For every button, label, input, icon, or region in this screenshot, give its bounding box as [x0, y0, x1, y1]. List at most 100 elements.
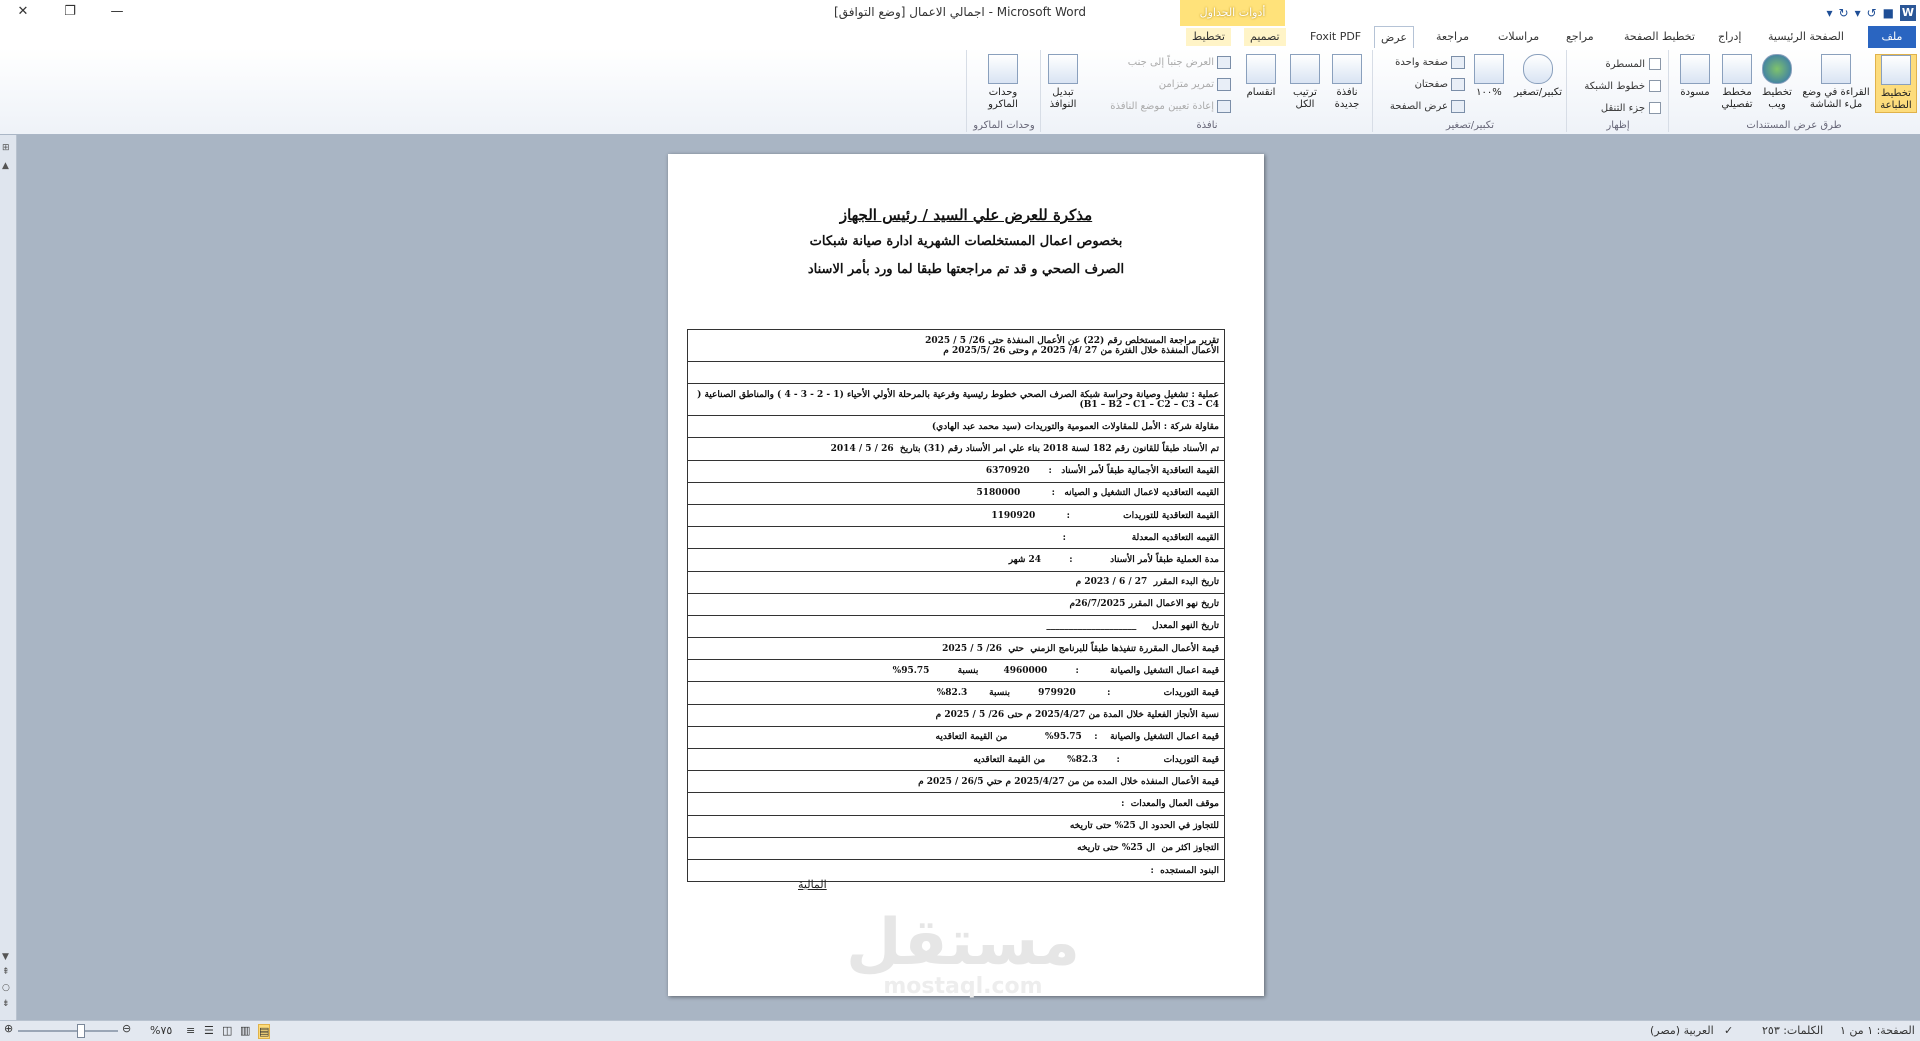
table-cell[interactable]: مدة العملية طبقاً لأمر الأسناد : 24 شهر	[687, 548, 1225, 572]
table-cell[interactable]: قيمة التوريدات : 82.3% من القيمة التعاقد…	[687, 747, 1225, 772]
page-width-button[interactable]: عرض الصفحة	[1390, 100, 1465, 113]
tab-view[interactable]: عرض	[1374, 26, 1414, 49]
draft-label: مسودة	[1680, 87, 1710, 98]
table-cell[interactable]: قيمة اعمال التشغيل والصيانة : 95.75% من …	[687, 725, 1225, 750]
ruler-label: المسطرة	[1605, 58, 1646, 70]
table-cell[interactable]: قيمة الأعمال المنفذه خلال المده من من 20…	[687, 770, 1225, 794]
table-cell[interactable]: البنود المستجده :	[687, 858, 1225, 883]
table-cell[interactable]: تقرير مراجعة المستخلص رقم (22) عن الأعما…	[687, 329, 1225, 362]
table-cell[interactable]: نسبة الأنجاز الفعلية خلال المدة من 2025/…	[687, 703, 1225, 727]
watermark-url: mostaql.com	[883, 974, 1043, 999]
table-cell[interactable]: تاريخ النهو المعدل ____________________	[687, 614, 1225, 639]
zoom-in-icon[interactable]: ⊖	[122, 1022, 131, 1035]
ribbon-tabs: ملف الصفحة الرئيسية إدراج تخطيط الصفحة م…	[0, 26, 1920, 68]
switch-windows-label: تبديل النوافذ	[1049, 87, 1077, 110]
tab-file[interactable]: ملف	[1868, 26, 1916, 48]
next-page-icon[interactable]: ⇟	[2, 999, 10, 1009]
new-window-button[interactable]: نافذة جديدة	[1327, 54, 1367, 111]
group-label-macros: وحدات الماكرو	[973, 120, 1035, 131]
gridlines-checkbox[interactable]: خطوط الشبكة	[1584, 80, 1661, 92]
proofing-icon[interactable]: ✓	[1724, 1024, 1733, 1037]
table-cell[interactable]: التجاوز اكثر من ال 25% حتى تاريخه	[687, 836, 1225, 860]
previous-page-icon[interactable]: ⇞	[2, 967, 10, 977]
view-web-icon[interactable]: ◫	[222, 1024, 232, 1037]
view-reading-icon[interactable]: ▥	[240, 1024, 250, 1037]
memo-title: مذكرة للعرض علي السيد / رئيس الجهاز	[839, 206, 1093, 224]
page-number[interactable]: الصفحة: ١ من ١	[1840, 1024, 1915, 1037]
outline-icon	[1722, 54, 1752, 84]
table-cell[interactable]: القيمة التعاقدية الأجمالية طبقاً لأمر ال…	[687, 459, 1225, 483]
redo-icon[interactable]: ↻	[1839, 6, 1849, 20]
arrange-all-icon	[1290, 54, 1320, 84]
ruler-checkbox[interactable]: المسطرة	[1605, 58, 1661, 70]
table-cell[interactable]: مقاولة شركة : الأمل للمقاولات العمومية و…	[687, 415, 1225, 439]
view-outline-icon[interactable]: ☰	[204, 1024, 214, 1037]
word-app-icon[interactable]: W	[1900, 5, 1916, 21]
tab-foxit-pdf[interactable]: Foxit PDF	[1304, 28, 1367, 46]
tab-table-design[interactable]: تصميم	[1244, 28, 1286, 46]
tab-table-layout[interactable]: تخطيط	[1186, 28, 1231, 46]
table-cell[interactable]: القيمة التعاقدية للتوريدات : 1190920	[687, 503, 1225, 528]
one-page-button[interactable]: صفحة واحدة	[1395, 56, 1465, 69]
reset-window-position-button[interactable]: إعادة تعيين موضع النافذة	[1110, 100, 1231, 113]
tab-review[interactable]: مراجعة	[1430, 28, 1475, 46]
table-cell[interactable]: القيمه التعاقديه لاعمال التشغيل و الصيان…	[687, 481, 1225, 505]
reset-window-icon	[1217, 100, 1231, 113]
one-page-label: صفحة واحدة	[1395, 57, 1448, 68]
table-cell[interactable]: عملية : تشغيل وصيانة وحراسة شبكة الصرف ا…	[687, 383, 1225, 417]
arrange-all-button[interactable]: ترتيب الكل	[1285, 54, 1325, 111]
undo-dropdown-icon[interactable]: ▾	[1855, 6, 1861, 20]
tab-references[interactable]: مراجع	[1560, 28, 1600, 46]
table-cell[interactable]: تاريخ البدء المقرر 27 / 6 / 2023 م	[687, 570, 1225, 594]
zoom-out-icon[interactable]: ⊕	[4, 1022, 13, 1035]
zoom-100-button[interactable]: ١٠٠%	[1469, 54, 1509, 99]
scroll-up-icon[interactable]: ▲	[2, 161, 9, 171]
language-status[interactable]: العربية (مصر)	[1650, 1024, 1714, 1037]
nav-pane-checkbox[interactable]: جزء التنقل	[1601, 102, 1661, 114]
table-cell[interactable]: تاريخ نهو الاعمال المقرر 26/7/2025م	[687, 592, 1225, 616]
print-layout-button[interactable]: تخطيط الطباعة	[1875, 54, 1917, 113]
view-print-icon[interactable]: ▤	[258, 1024, 271, 1039]
tab-home[interactable]: الصفحة الرئيسية	[1762, 28, 1850, 46]
table-cell[interactable]: قيمة الأعمال المقررة تنفيذها طبقاً للبرن…	[687, 637, 1225, 661]
table-cell[interactable]: قيمة التوريدات : 979920 بنسبة 82.3%	[687, 681, 1225, 705]
full-screen-reading-button[interactable]: القراءة في وضع ملء الشاشة	[1801, 54, 1871, 111]
document-page[interactable]: مذكرة للعرض علي السيد / رئيس الجهاز بخصو…	[668, 154, 1264, 999]
switch-windows-button[interactable]: تبديل النوافذ	[1043, 54, 1083, 111]
sync-scroll-button[interactable]: تمرير متزامن	[1159, 78, 1231, 91]
scroll-down-icon[interactable]: ▼	[2, 952, 9, 962]
full-screen-label: القراءة في وضع ملء الشاشة	[1802, 87, 1870, 110]
zoom-slider[interactable]	[18, 1030, 118, 1032]
zoom-level[interactable]: %٧٥	[150, 1024, 172, 1037]
ruler-toggle-icon[interactable]: ⊞	[2, 143, 10, 153]
tab-mailings[interactable]: مراسلات	[1492, 28, 1545, 46]
web-layout-button[interactable]: تخطيط ويب	[1757, 54, 1797, 111]
table-cell[interactable]: موقف العمال والمعدات :	[687, 792, 1225, 816]
table-cell[interactable]	[687, 360, 1225, 385]
word-count[interactable]: الكلمات: ٢٥٣	[1762, 1024, 1823, 1037]
zoom-slider-thumb[interactable]	[77, 1024, 85, 1038]
two-pages-button[interactable]: صفحتان	[1415, 78, 1465, 91]
split-button[interactable]: انقسام	[1241, 54, 1281, 99]
page-width-icon	[1451, 100, 1465, 113]
browse-object-icon[interactable]: ○	[2, 983, 10, 993]
view-draft-icon[interactable]: ≡	[186, 1024, 195, 1037]
group-zoom: تكبير/تصغير ١٠٠% صفحة واحدة صفحتان عرض ا…	[1372, 50, 1567, 132]
outline-button[interactable]: مخطط تفصيلي	[1717, 54, 1757, 111]
macros-button[interactable]: وحدات الماكرو	[983, 54, 1023, 111]
table-cell[interactable]: للتجاوز في الحدود ال 25% حتى تاريخه	[687, 814, 1225, 838]
undo-icon[interactable]: ↺	[1867, 6, 1877, 20]
side-by-side-button[interactable]: العرض جنباً إلى جنب	[1128, 56, 1231, 69]
two-pages-icon	[1451, 78, 1465, 91]
table-cell[interactable]: تم الأسناد طبقاً للقانون رقم 182 لسنة 20…	[687, 437, 1225, 461]
tab-page-layout[interactable]: تخطيط الصفحة	[1618, 28, 1701, 46]
draft-icon	[1680, 54, 1710, 84]
table-cell[interactable]: قيمة اعمال التشغيل والصيانة : 4960000 بن…	[687, 659, 1225, 683]
save-icon[interactable]: ■	[1883, 6, 1894, 20]
zoom-button[interactable]: تكبير/تصغير	[1511, 54, 1565, 99]
side-by-side-label: العرض جنباً إلى جنب	[1127, 57, 1214, 68]
tab-insert[interactable]: إدراج	[1712, 28, 1747, 46]
table-cell[interactable]: القيمه التعاقديه المعدلة :	[687, 526, 1225, 550]
customize-qat-icon[interactable]: ▾	[1826, 6, 1832, 20]
draft-button[interactable]: مسودة	[1675, 54, 1715, 99]
